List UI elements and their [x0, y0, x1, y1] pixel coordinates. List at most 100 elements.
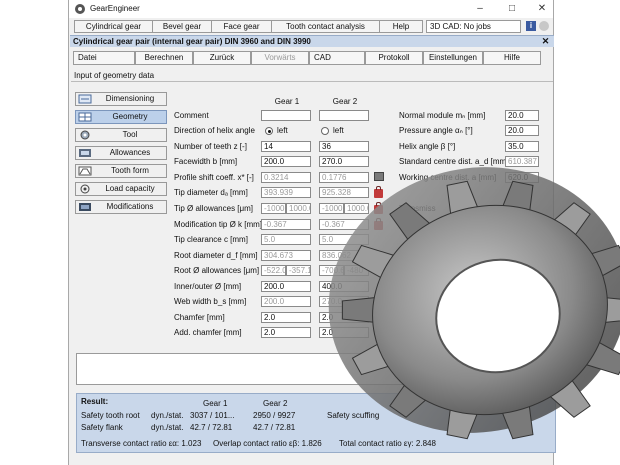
label-helix-direction: Direction of helix angle	[174, 126, 255, 135]
nav-allowances[interactable]: Allowances	[75, 146, 167, 160]
nav-label: Tool	[122, 130, 138, 139]
teeth-input-gear2[interactable]: 36	[319, 141, 369, 152]
label-pressure-angle: Pressure angle αₙ [°]	[399, 126, 473, 135]
calculator-icon[interactable]	[374, 172, 384, 181]
pressure-angle-input[interactable]: 20.0	[505, 125, 539, 136]
profile-shift-input-gear2[interactable]: 0.1776	[319, 172, 369, 183]
app-title: GearEngineer	[90, 4, 140, 13]
lock-icon[interactable]	[374, 218, 383, 230]
hilfe-button[interactable]: Hilfe	[483, 51, 541, 65]
add-chamfer-input-gear2[interactable]: 2.0	[319, 327, 369, 338]
nav-label: Geometry	[112, 112, 148, 121]
gear-tooth	[600, 296, 620, 324]
comment-input-gear2[interactable]	[319, 110, 369, 121]
zurueck-button[interactable]: Zurück	[193, 51, 251, 65]
nav-label: Allowances	[109, 148, 151, 157]
cad-status: 3D CAD: No jobs	[426, 20, 521, 33]
tip-diameter-input-gear2[interactable]: 925.328	[319, 187, 369, 198]
tab-tooth-contact-analysis[interactable]: Tooth contact analysis	[271, 20, 380, 33]
tip-clearance-input-gear2[interactable]: 5.0	[319, 234, 369, 245]
label-facewidth: Facewidth b [mm]	[174, 157, 238, 166]
nav-modifications[interactable]: Modifications	[75, 200, 167, 214]
label-working-centre-dist: Working centre dist. a [mm]	[399, 173, 497, 182]
module-title: Cylindrical gear pair (internal gear pai…	[73, 37, 311, 46]
tip-allowance-upper-gear1[interactable]: 1000.0	[286, 203, 311, 214]
label-tip-clearance: Tip clearance c [mm]	[174, 235, 248, 244]
nav-load-capacity[interactable]: Load capacity	[75, 182, 167, 196]
close-module-icon[interactable]: ✕	[541, 37, 550, 46]
web-width-input-gear2[interactable]: 270.0	[319, 296, 369, 307]
safety-tooth-root-gear2: 2950 / 9927	[253, 411, 296, 420]
tip-allowance-lower-gear2[interactable]: -1000	[319, 203, 344, 214]
root-diameter-input-gear2[interactable]: 836.062	[319, 250, 369, 261]
maximize-button[interactable]: □	[505, 2, 519, 16]
mod-tip-input-gear1[interactable]: -0.367	[261, 219, 311, 230]
transverse-contact-ratio: Transverse contact ratio εα: 1.023	[81, 439, 202, 448]
allowances-icon	[79, 149, 91, 157]
safety-flank-gear2: 42.7 / 72.81	[253, 423, 296, 432]
tab-face-gear[interactable]: Face gear	[211, 20, 272, 33]
notes-area[interactable]	[76, 353, 556, 385]
dimensioning-icon	[78, 94, 92, 104]
root-diameter-input-gear1[interactable]: 304.673	[261, 250, 311, 261]
root-allowance-lower-gear1[interactable]: -522.0	[261, 265, 286, 276]
label-standard-centre-dist: Standard centre dist. a_d [mm]	[399, 157, 509, 166]
tip-clearance-input-gear1[interactable]: 5.0	[261, 234, 311, 245]
nav-label: Modifications	[106, 202, 154, 211]
chamfer-input-gear1[interactable]: 2.0	[261, 312, 311, 323]
tool-gear-icon	[80, 130, 90, 140]
info-icon[interactable]: i	[526, 21, 536, 31]
geometry-icon	[78, 112, 92, 122]
add-chamfer-input-gear1[interactable]: 2.0	[261, 327, 311, 338]
web-width-input-gear1[interactable]: 200.0	[261, 296, 311, 307]
label-modification-tip: Modification tip Ø k [mm]	[174, 220, 263, 229]
profile-shift-input-gear1[interactable]: 0.3214	[261, 172, 311, 183]
helix-angle-input[interactable]: 35.0	[505, 141, 539, 152]
root-allowance-lower-gear2[interactable]: -700.6	[319, 265, 344, 276]
facewidth-input-gear2[interactable]: 270.0	[319, 156, 369, 167]
comment-input-gear1[interactable]	[261, 110, 311, 121]
nav-geometry[interactable]: Geometry	[75, 110, 167, 124]
mod-tip-input-gear2[interactable]: -0.367	[319, 219, 369, 230]
inner-outer-input-gear1[interactable]: 200.0	[261, 281, 311, 292]
column-header-gear1: Gear 1	[274, 97, 300, 106]
teeth-input-gear1[interactable]: 14	[261, 141, 311, 152]
facewidth-input-gear1[interactable]: 200.0	[261, 156, 311, 167]
nav-tool[interactable]: Tool	[75, 128, 167, 142]
label-tip-diameter: Tip diameter dₐ [mm]	[174, 188, 248, 197]
helix-left-radio-gear2[interactable]	[321, 127, 329, 135]
menu-datei-button[interactable]: Datei	[73, 51, 135, 65]
tab-bevel-gear[interactable]: Bevel gear	[152, 20, 212, 33]
protokoll-button[interactable]: Protokoll	[365, 51, 423, 65]
helix-left-radio-gear1[interactable]	[265, 127, 273, 135]
nav-tooth-form[interactable]: Tooth form	[75, 164, 167, 178]
cad-button[interactable]: CAD	[309, 51, 365, 65]
lock-icon[interactable]	[374, 202, 383, 214]
gear-tooth	[583, 244, 620, 280]
tab-help[interactable]: Help	[379, 20, 423, 33]
standard-centre-dist-input[interactable]: 610.387	[505, 156, 539, 167]
inner-outer-input-gear2[interactable]: 400.0	[319, 281, 369, 292]
tab-cylindrical-gear[interactable]: Cylindrical gear	[74, 20, 153, 33]
working-centre-dist-input[interactable]: 620.0	[505, 172, 539, 183]
nav-label: Load capacity	[105, 184, 155, 193]
root-allowance-upper-gear2[interactable]: -480	[344, 265, 369, 276]
normal-module-input[interactable]: 20.0	[505, 110, 539, 121]
helix-left-label-gear1: left	[277, 126, 288, 135]
root-allowance-upper-gear1[interactable]: -357.1	[286, 265, 311, 276]
label-normal-module: Normal module mₙ [mm]	[399, 111, 486, 120]
tip-diameter-input-gear1[interactable]: 393.939	[261, 187, 311, 198]
nav-dimensioning[interactable]: Dimensioning	[75, 92, 167, 106]
close-window-button[interactable]: ✕	[535, 2, 549, 16]
berechnen-button[interactable]: Berechnen	[135, 51, 193, 65]
einstellungen-button[interactable]: Einstellungen	[423, 51, 483, 65]
lock-icon[interactable]	[374, 186, 383, 198]
tip-allowance-lower-gear1[interactable]: -1000	[261, 203, 286, 214]
minimize-button[interactable]: –	[473, 2, 487, 16]
result-title: Result:	[81, 397, 109, 406]
vorwaerts-button[interactable]: Vorwärts	[251, 51, 309, 65]
label-add-chamfer: Add. chamfer [mm]	[174, 328, 242, 337]
nav-label: Tooth form	[111, 166, 149, 175]
chamfer-input-gear2[interactable]: 2.0	[319, 312, 369, 323]
tip-allowance-upper-gear2[interactable]: 1000.0	[344, 203, 369, 214]
